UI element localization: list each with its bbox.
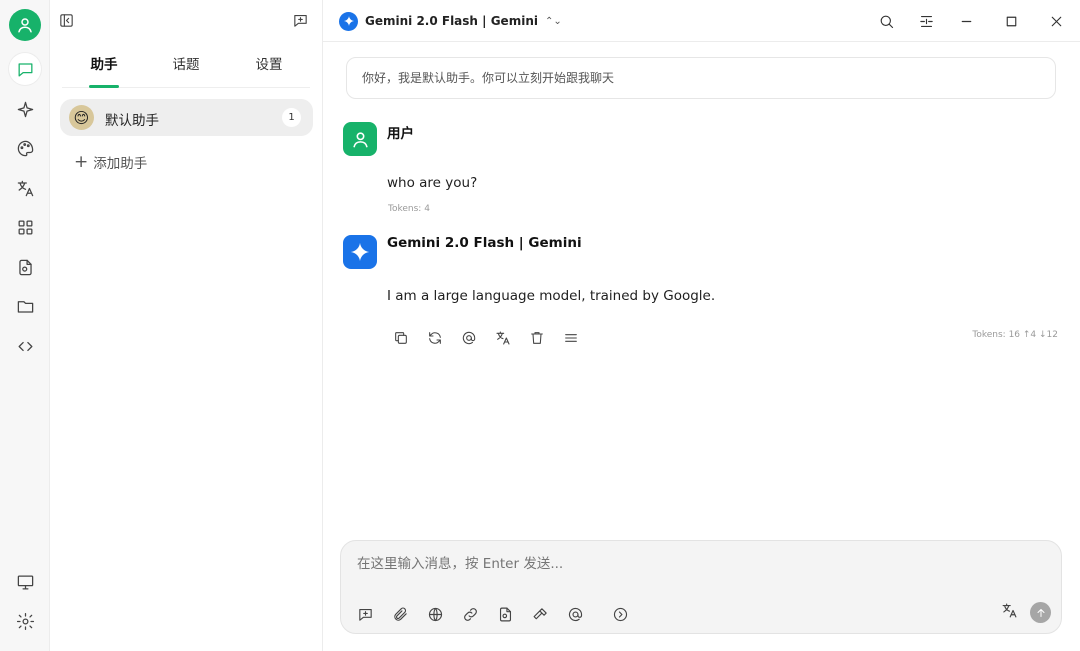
file-search-icon[interactable] (9, 251, 41, 283)
icon-rail (0, 0, 50, 651)
mention-icon[interactable] (564, 603, 586, 625)
user-message: 用户 who are you? Tokens: 4 (343, 122, 1058, 217)
sidebar-toolbar (50, 0, 323, 42)
expand-icon[interactable] (914, 9, 938, 33)
settings-gear-icon[interactable] (9, 605, 41, 637)
expand-circle-icon[interactable] (609, 603, 631, 625)
plus-icon: + (74, 152, 89, 172)
message-author: Gemini 2.0 Flash | Gemini (387, 235, 582, 251)
message-author: 用户 (387, 126, 414, 142)
close-icon[interactable] (1044, 9, 1068, 33)
message-text: I am a large language model, trained by … (387, 288, 716, 304)
message-actions (391, 328, 580, 348)
toggle-sidebar-icon[interactable] (54, 8, 78, 32)
assistant-name: 默认助手 (105, 113, 159, 129)
message-input[interactable] (357, 556, 857, 572)
maximize-icon[interactable] (999, 9, 1023, 33)
web-search-globe-icon[interactable] (424, 603, 446, 625)
message-text: who are you? (387, 175, 478, 191)
translate-icon[interactable] (9, 172, 41, 204)
app-window: 助手 话题 设置 😊 默认助手 1 + 添加助手 Gemini 2.0 Flas… (0, 0, 1080, 651)
palette-icon[interactable] (9, 132, 41, 164)
regenerate-icon[interactable] (425, 328, 444, 347)
token-count: Tokens: 16 ↑4 ↓12 (972, 330, 1058, 340)
chevron-updown-icon: ⌃⌄ (544, 15, 562, 27)
attachment-icon[interactable] (389, 603, 411, 625)
composer-toolbar (354, 603, 631, 625)
new-topic-icon[interactable] (288, 8, 312, 32)
tab-assistants[interactable]: 助手 (72, 50, 136, 88)
model-selector[interactable]: Gemini 2.0 Flash | Gemini ⌃⌄ (339, 11, 562, 31)
sidebar-tabs: 助手 话题 设置 (62, 50, 310, 88)
tab-topics[interactable]: 话题 (154, 50, 218, 88)
assistant-emoji: 😊 (69, 105, 94, 130)
user-avatar[interactable] (9, 9, 41, 41)
chat-icon[interactable] (9, 53, 41, 85)
assistant-item-default[interactable]: 😊 默认助手 1 (60, 99, 313, 136)
folder-icon[interactable] (9, 290, 41, 322)
chat-area: 你好，我是默认助手。你可以立刻开始跟我聊天 用户 who are you? To… (323, 42, 1080, 651)
sparkle-icon[interactable] (9, 93, 41, 125)
user-avatar-icon (343, 122, 377, 156)
gemini-avatar-icon (343, 235, 377, 269)
minimize-icon[interactable] (954, 9, 978, 33)
tab-settings[interactable]: 设置 (237, 50, 301, 88)
translate-icon[interactable] (493, 328, 512, 347)
monitor-icon[interactable] (9, 566, 41, 598)
add-assistant-button[interactable]: + 添加助手 (74, 152, 147, 172)
apps-grid-icon[interactable] (9, 211, 41, 243)
token-count: Tokens: 4 (388, 204, 430, 214)
send-button[interactable] (1030, 602, 1051, 623)
gemini-logo-icon (339, 11, 358, 31)
topic-count-badge: 1 (282, 108, 301, 127)
delete-icon[interactable] (527, 328, 546, 347)
link-icon[interactable] (459, 603, 481, 625)
chat-header: Gemini 2.0 Flash | Gemini ⌃⌄ (323, 0, 1080, 42)
add-assistant-label: 添加助手 (93, 156, 148, 172)
assistant-message: Gemini 2.0 Flash | Gemini I am a large l… (343, 235, 1058, 355)
copy-icon[interactable] (391, 328, 410, 347)
knowledge-file-icon[interactable] (494, 603, 516, 625)
active-tab-indicator (89, 85, 119, 88)
model-name: Gemini 2.0 Flash | Gemini (365, 14, 538, 28)
code-icon[interactable] (9, 330, 41, 362)
message-composer (340, 540, 1062, 634)
assistant-sidebar: 助手 话题 设置 😊 默认助手 1 + 添加助手 (50, 0, 323, 651)
new-topic-icon[interactable] (354, 603, 376, 625)
mention-icon[interactable] (459, 328, 478, 347)
hammer-tools-icon[interactable] (529, 603, 551, 625)
translate-icon[interactable] (1001, 602, 1018, 623)
composer-right-actions (1001, 602, 1051, 623)
search-icon[interactable] (874, 9, 898, 33)
welcome-notice: 你好，我是默认助手。你可以立刻开始跟我聊天 (346, 57, 1056, 99)
more-menu-icon[interactable] (561, 328, 580, 347)
